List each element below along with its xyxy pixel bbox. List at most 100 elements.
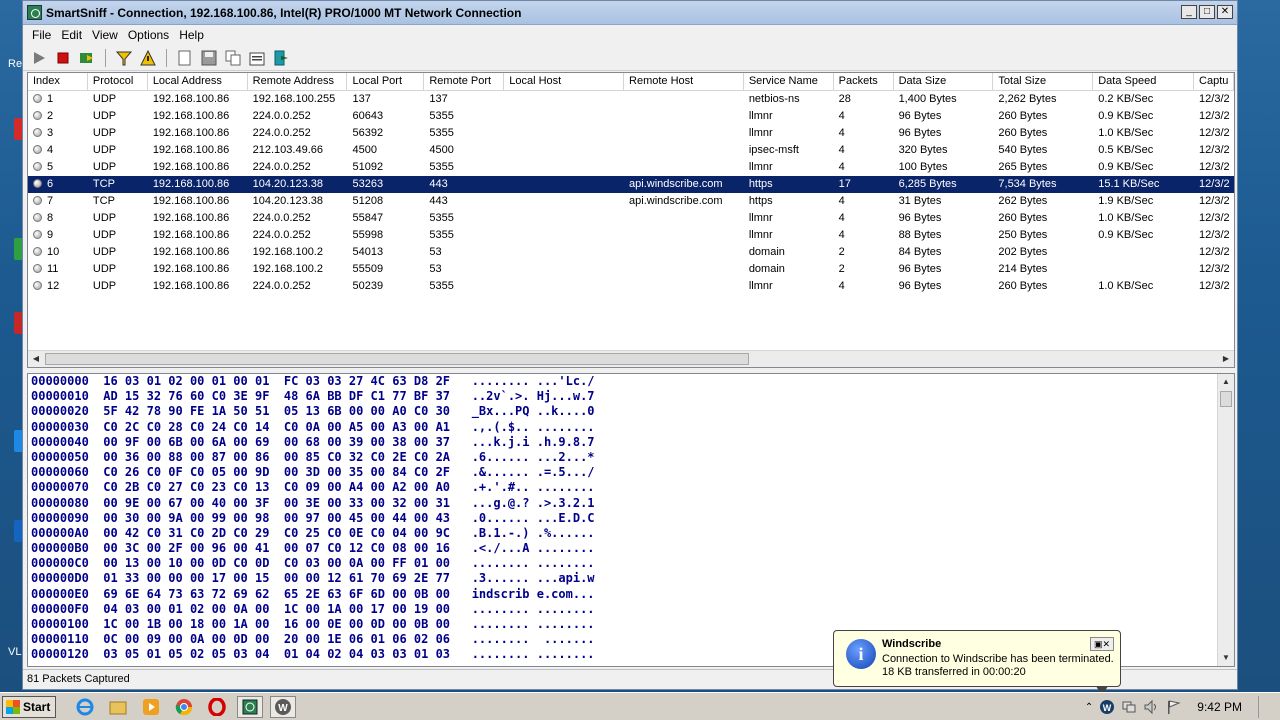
hex-line: 00000000 16 03 01 02 00 01 00 01 FC 03 0… [31,374,595,388]
column-header[interactable]: Index [28,73,88,90]
minimize-button[interactable]: _ [1181,5,1197,19]
table-cell: 31 Bytes [898,195,942,207]
column-header[interactable]: Local Port [347,73,425,90]
maximize-button[interactable]: □ [1199,5,1215,19]
table-cell: 10 [28,244,88,261]
scroll-left-icon[interactable]: ◀ [29,353,43,365]
menu-file[interactable]: File [27,28,56,42]
column-header[interactable]: Local Address [148,73,248,90]
action-center-flag-icon[interactable] [1165,699,1181,715]
table-cell: 12/3/2 [1199,229,1230,241]
chrome-icon[interactable] [171,696,197,718]
ie-icon[interactable] [72,696,98,718]
column-header[interactable]: Remote Port [424,73,505,90]
save-icon[interactable] [199,48,219,68]
warning-icon[interactable] [138,48,158,68]
connection-status-icon [33,128,42,137]
column-header[interactable]: Captu [1194,73,1234,90]
app-icon [27,5,42,20]
title-bar[interactable]: SmartSniff - Connection, 192.168.100.86,… [23,1,1237,25]
volume-icon[interactable] [1143,699,1159,715]
table-cell: 60643 [352,110,384,122]
table-row[interactable]: 3 UDP 192.168.100.86 224.0.0.252 56392 5355 ll… [28,125,1234,142]
properties-icon[interactable] [247,48,267,68]
table-cell [504,244,624,261]
column-header[interactable]: Packets [834,73,894,90]
toolbar-separator [105,48,106,67]
windscribe-tray-icon[interactable]: W [1099,699,1115,715]
row-index: 11 [47,263,59,275]
table-row[interactable]: 11 UDP 192.168.100.86 192.168.100.2 55509 53 d… [28,261,1234,278]
column-header[interactable]: Service Name [744,73,834,90]
column-header[interactable]: Protocol [88,73,148,90]
table-cell: 0.9 KB/Sec [1098,110,1154,122]
show-desktop-button[interactable] [1258,696,1272,718]
table-row[interactable]: 8 UDP 192.168.100.86 224.0.0.252 55847 5355 ll… [28,210,1234,227]
network-icon[interactable] [1121,699,1137,715]
info-icon: i [846,639,876,669]
table-row[interactable]: 1 UDP 192.168.100.86 192.168.100.255 137 137 n… [28,91,1234,108]
copy-icon[interactable] [223,48,243,68]
play-icon[interactable] [29,48,49,68]
stop-icon[interactable] [53,48,73,68]
table-row[interactable]: 6 TCP 192.168.100.86 104.20.123.38 53263 443 a… [28,176,1234,193]
start-button[interactable]: Start [2,695,56,718]
table-cell: 5 [28,159,88,176]
menu-view[interactable]: View [87,28,123,42]
vertical-scrollbar[interactable]: ▲ ▼ [1217,374,1234,666]
table-cell: 6 [28,176,88,193]
table-cell: 192.168.100.255 [252,93,336,105]
column-header[interactable]: Remote Address [248,73,348,90]
exit-icon[interactable] [271,48,291,68]
windscribe-icon[interactable]: W [270,695,296,718]
export-icon[interactable] [77,48,97,68]
menu-help[interactable]: Help [174,28,209,42]
table-cell: 4 [838,161,845,173]
table-cell: 96 Bytes [898,127,942,139]
scroll-down-icon[interactable]: ▼ [1220,651,1232,665]
filter-icon[interactable] [114,48,134,68]
scroll-up-icon[interactable]: ▲ [1220,375,1232,389]
show-hidden-icons-icon[interactable]: ⌃ [1085,702,1093,713]
table-cell [624,244,744,261]
horizontal-scrollbar[interactable]: ◀ ▶ [28,350,1234,367]
opera-icon[interactable] [204,696,230,718]
scroll-right-icon[interactable]: ▶ [1219,353,1233,365]
table-cell: 192.168.100.86 [152,93,230,105]
scrollbar-thumb[interactable] [45,353,749,365]
column-header[interactable]: Total Size [993,73,1094,90]
smartsniff-icon[interactable] [237,695,263,718]
menu-edit[interactable]: Edit [56,28,87,42]
scrollbar-thumb[interactable] [1220,391,1232,407]
table-row[interactable]: 7 TCP 192.168.100.86 104.20.123.38 51208 443 a… [28,193,1234,210]
new-document-icon[interactable] [175,48,195,68]
table-cell [504,91,624,108]
table-row[interactable]: 10 UDP 192.168.100.86 192.168.100.2 54013 53 d… [28,244,1234,261]
notification-close-button[interactable]: ▣✕ [1090,637,1114,651]
column-header[interactable]: Data Size [894,73,994,90]
table-cell: 192.168.100.86 [152,195,230,207]
column-header[interactable]: Local Host [504,73,625,90]
table-cell: llmnr [748,127,773,139]
table-row[interactable]: 5 UDP 192.168.100.86 224.0.0.252 51092 5355 ll… [28,159,1234,176]
connection-status-icon [33,281,42,290]
table-cell: 224.0.0.252 [252,280,311,292]
table-cell: 12/3/2 [1199,127,1230,139]
table-cell: 212.103.49.66 [252,144,323,156]
column-header[interactable]: Remote Host [624,73,744,90]
media-player-icon[interactable] [138,696,164,718]
clock[interactable]: 9:42 PM [1197,700,1242,714]
toolbar-separator [166,48,167,67]
table-row[interactable]: 12 UDP 192.168.100.86 224.0.0.252 50239 5355 l… [28,278,1234,295]
menu-options[interactable]: Options [123,28,174,42]
system-tray: ⌃ W 9:42 PM [1085,693,1280,720]
explorer-icon[interactable] [105,696,131,718]
table-row[interactable]: 9 UDP 192.168.100.86 224.0.0.252 55998 5355 ll… [28,227,1234,244]
table-cell [624,261,744,278]
table-row[interactable]: 2 UDP 192.168.100.86 224.0.0.252 60643 5355 ll… [28,108,1234,125]
notification-balloon[interactable]: i Windscribe Connection to Windscribe ha… [833,630,1121,696]
close-button[interactable]: ✕ [1217,5,1233,19]
column-header[interactable]: Data Speed [1093,73,1195,90]
table-cell [624,278,744,295]
table-row[interactable]: 4 UDP 192.168.100.86 212.103.49.66 4500 4500 i… [28,142,1234,159]
